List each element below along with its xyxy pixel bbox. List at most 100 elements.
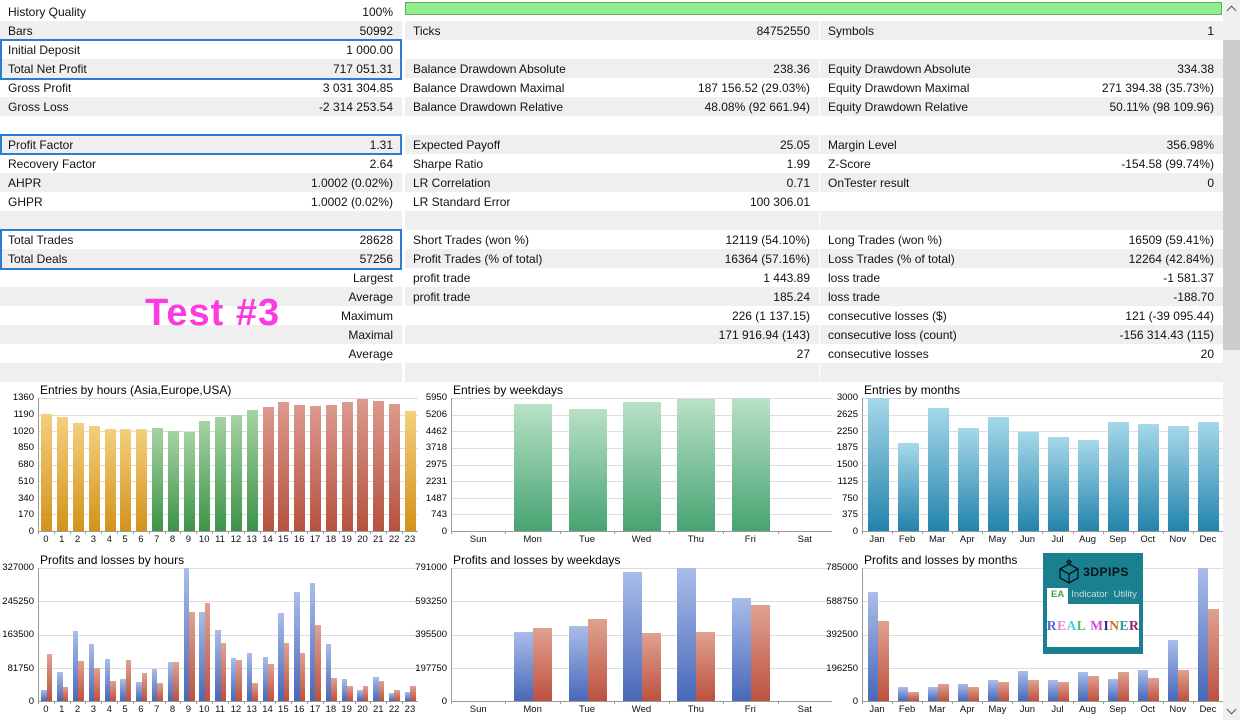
- bar-group-6: [134, 568, 150, 701]
- bar-loss-3: [94, 667, 100, 701]
- bar-entries-10: [199, 420, 211, 531]
- x-axis-labels: 0 1 2 3 4 5 6 7 8 9 10 11 12 13 14 15 16 17 18 19 20 21 22 23: [38, 701, 418, 716]
- scroll-up-button[interactable]: [1223, 0, 1240, 17]
- bar-profit-Thu: [677, 568, 697, 701]
- stat-value: -154.58 (99.74%): [1121, 156, 1214, 171]
- bar-group-Thu: [669, 398, 723, 531]
- stat-label: loss trade: [828, 270, 881, 285]
- x-tick-label: 9: [180, 701, 196, 715]
- stat-value: 187 156.52 (29.03%): [697, 80, 810, 95]
- bar-entries-Dec: [1197, 421, 1219, 531]
- stat-value: 3 031 304.85: [322, 80, 393, 95]
- x-tick-label: Mar: [922, 701, 952, 715]
- x-tick-label: 2: [69, 531, 86, 545]
- bar-loss-Sep: [1118, 672, 1129, 701]
- bar-group-22: [387, 398, 403, 531]
- stat-label: LR Standard Error: [413, 194, 511, 209]
- chart-title: Entries by months: [864, 383, 961, 397]
- y-tick-label: 392500: [826, 629, 858, 640]
- stat-label: Gross Profit: [8, 80, 72, 95]
- stat-value: 1.0002 (0.02%): [310, 175, 393, 190]
- bar-entries-11: [215, 416, 227, 531]
- stat-value: 238.36: [773, 61, 810, 76]
- stat-row: [0, 116, 402, 135]
- bar-loss-0: [46, 654, 53, 701]
- bar-group-Aug: [1073, 398, 1103, 531]
- x-tick-label: 11: [212, 531, 228, 545]
- stat-row: [820, 363, 1223, 382]
- y-tick-label: 5950: [425, 392, 447, 403]
- bar-group-13: [244, 398, 260, 531]
- bar-group-22: [387, 568, 403, 701]
- logo-brand-letter: R: [1046, 617, 1058, 633]
- chart-profits-losses-by-weekdays: Profits and losses by weekdays 0 197750 39…: [415, 553, 832, 716]
- bar-group-Feb: [893, 398, 923, 531]
- bar-group-Wed: [615, 568, 669, 701]
- stat-label: profit trade: [413, 289, 471, 304]
- stat-value: Average: [348, 346, 393, 361]
- bar-loss-Mon: [533, 628, 553, 701]
- bar-group-Tue: [561, 568, 615, 701]
- bar-entries-Aug: [1077, 440, 1099, 531]
- scrollbar-thumb[interactable]: [1223, 40, 1240, 350]
- stat-row: Equity Drawdown Absolute 334.38: [820, 59, 1223, 78]
- stat-row: [405, 40, 819, 59]
- y-tick-label: 593250: [415, 595, 447, 607]
- logo-tab-utility: Utility: [1113, 589, 1137, 600]
- stat-value: 121 (-39 095.44): [1125, 308, 1214, 323]
- stat-row: profit trade 1 443.89: [405, 268, 819, 287]
- stat-row: OnTester result 0: [820, 173, 1223, 192]
- bar-entries-Apr: [957, 427, 979, 531]
- stat-row: Gross Profit 3 031 304.85: [0, 78, 402, 97]
- bar-entries-16: [294, 404, 306, 531]
- stat-row: loss trade -1 581.37: [820, 268, 1223, 287]
- y-axis-labels: 0 81750 163500 245250 327000: [2, 563, 38, 707]
- bar-loss-Nov: [1178, 670, 1189, 701]
- x-axis-labels: Jan Feb Mar Apr May Jun Jul Aug Sep Oct Nov Dec: [862, 701, 1223, 716]
- x-tick-label: 16: [291, 531, 307, 545]
- bar-loss-Mar: [938, 684, 949, 701]
- y-axis-labels: 0 375 750 1125 1500 1875 2250 2625 3000: [826, 393, 862, 537]
- x-axis-labels: Sun Mon Tue Wed Thu Fri Sat: [451, 701, 832, 716]
- bar-group-14: [260, 568, 276, 701]
- bar-loss-Apr: [968, 686, 979, 701]
- y-tick-label: 750: [842, 492, 858, 504]
- stat-row: Bars 50992: [0, 21, 402, 40]
- bar-loss-10: [204, 603, 211, 701]
- bar-group-8: [165, 568, 181, 701]
- x-tick-label: May: [982, 701, 1012, 715]
- stat-value: -188.70: [1173, 289, 1214, 304]
- bar-group-Nov: [1163, 568, 1193, 701]
- chart-title: Profits and losses by weekdays: [453, 553, 621, 567]
- stat-row: consecutive loss (count) -156 314.43 (115…: [820, 325, 1223, 344]
- stat-value: 16364 (57.16%): [724, 251, 810, 266]
- bar-group-11: [213, 568, 229, 701]
- scroll-down-button[interactable]: [1223, 703, 1240, 720]
- bar-entries-5: [120, 428, 132, 531]
- bar-group-2: [71, 398, 87, 531]
- bar-group-3: [86, 398, 102, 531]
- y-axis-labels: 0 743 1487 2231 2975 3718 4462 5206 5950: [415, 393, 451, 537]
- bar-profit-Aug: [1077, 671, 1088, 701]
- bar-entries-17: [309, 405, 321, 531]
- stat-label: profit trade: [413, 270, 471, 285]
- stat-value: 84752550: [756, 23, 810, 38]
- plot-area: [451, 398, 832, 532]
- x-tick-label: Apr: [952, 531, 982, 545]
- stat-label: consecutive losses ($): [828, 308, 947, 323]
- stat-value: 12264 (42.84%): [1128, 251, 1214, 266]
- strategy-tester-backtest-report: History Quality 100% Bars 50992 Initial Depo…: [0, 0, 1240, 720]
- bar-profit-Fri: [731, 598, 751, 701]
- x-tick-label: 15: [275, 701, 291, 715]
- x-tick-label: 7: [148, 701, 165, 715]
- x-tick-label: Wed: [614, 531, 668, 545]
- x-tick-label: 17: [307, 701, 323, 715]
- stat-value: 48.08% (92 661.94): [704, 99, 810, 114]
- bar-loss-11: [220, 643, 227, 701]
- bar-group-17: [308, 568, 324, 701]
- vertical-scrollbar[interactable]: [1223, 0, 1240, 720]
- x-tick-label: 16: [291, 701, 307, 715]
- stat-label: Gross Loss: [8, 99, 69, 114]
- bar-group-19: [339, 568, 355, 701]
- bar-profit-Jan: [867, 591, 878, 701]
